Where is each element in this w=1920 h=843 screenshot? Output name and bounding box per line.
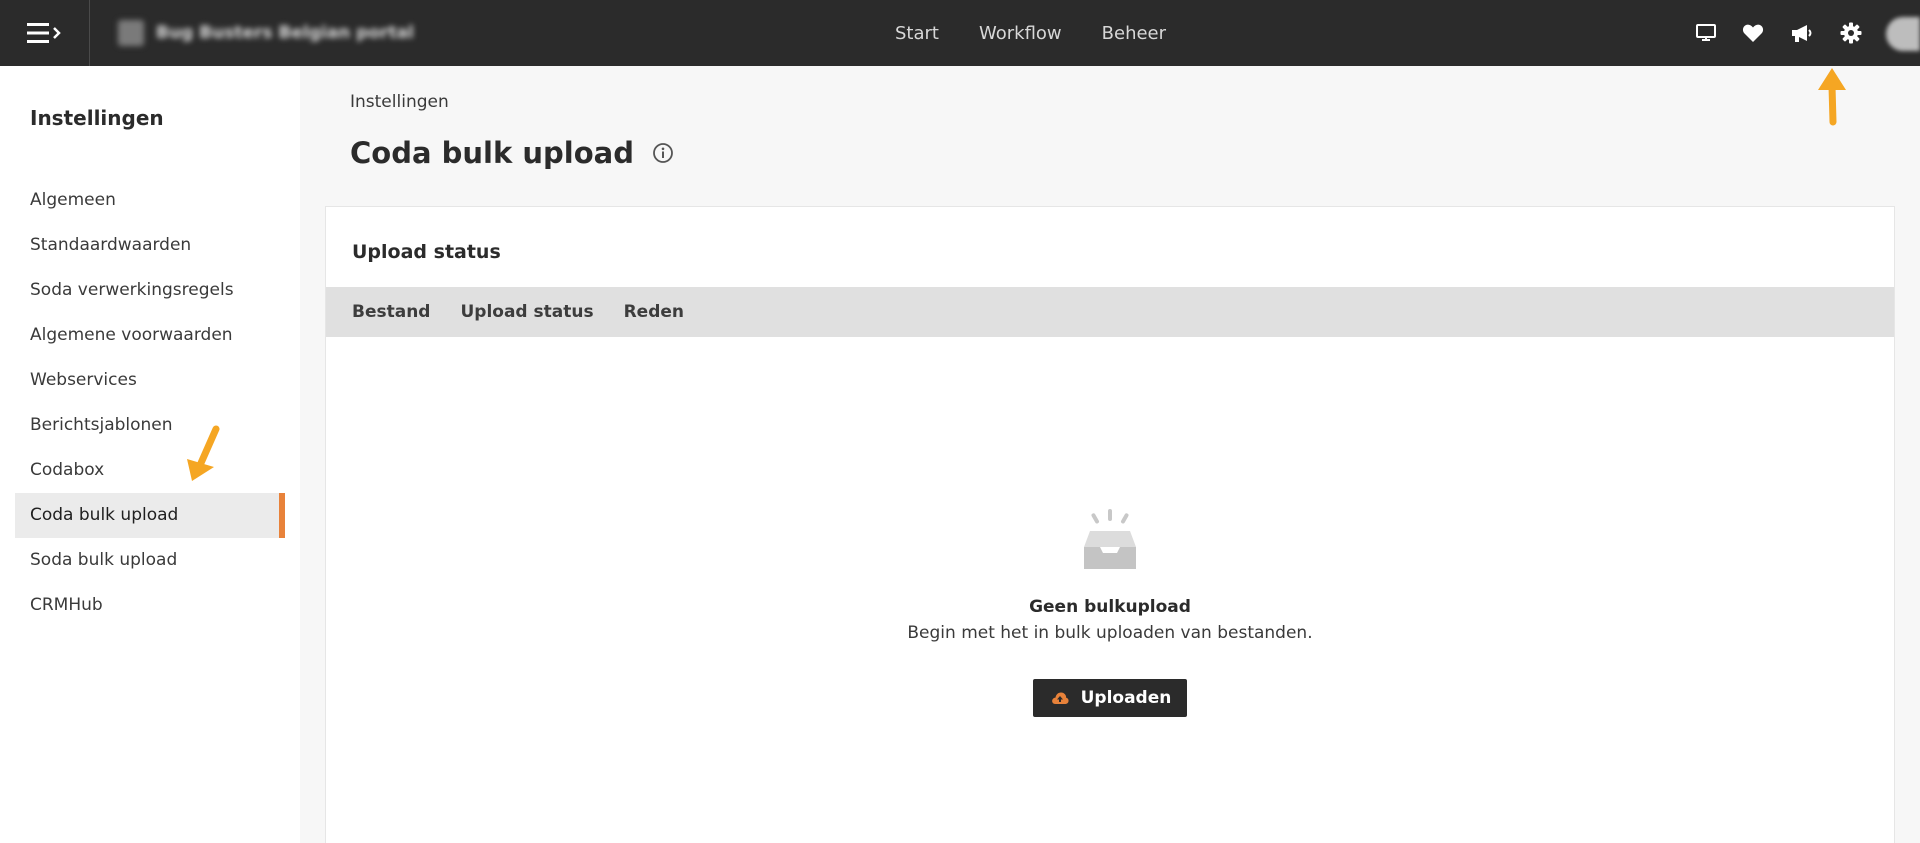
sidebar-item-crmhub[interactable]: CRMHub xyxy=(15,583,285,628)
column-header-upload-status: Upload status xyxy=(460,302,594,322)
info-icon[interactable] xyxy=(652,142,674,164)
hamburger-menu-icon xyxy=(26,23,61,43)
megaphone-icon[interactable] xyxy=(1790,23,1814,43)
nav-beheer[interactable]: Beheer xyxy=(1102,23,1166,44)
settings-sidebar: Instellingen Algemeen Standaardwaarden S… xyxy=(0,66,300,843)
sidebar-item-berichtsjablonen[interactable]: Berichtsjablonen xyxy=(15,403,285,448)
avatar[interactable] xyxy=(1886,17,1920,51)
sidebar-item-webservices[interactable]: Webservices xyxy=(15,358,285,403)
menu-toggle-button[interactable] xyxy=(0,0,90,66)
nav-workflow[interactable]: Workflow xyxy=(979,23,1062,44)
empty-state-title: Geen bulkupload xyxy=(1029,597,1191,617)
sidebar-item-algemene-voorwaarden[interactable]: Algemene voorwaarden xyxy=(15,313,285,358)
sidebar-item-soda-verwerkingsregels[interactable]: Soda verwerkingsregels xyxy=(15,268,285,313)
sidebar-menu: Algemeen Standaardwaarden Soda verwerkin… xyxy=(15,178,285,628)
sidebar-title: Instellingen xyxy=(30,106,164,130)
annotation-arrow-gear xyxy=(1818,68,1846,126)
upload-status-card: Upload status Bestand Upload status Rede… xyxy=(325,206,1895,843)
portal-logo xyxy=(118,20,144,46)
sidebar-item-standaardwaarden[interactable]: Standaardwaarden xyxy=(15,223,285,268)
breadcrumb[interactable]: Instellingen xyxy=(350,92,449,112)
monitor-icon[interactable] xyxy=(1696,24,1716,42)
cloud-upload-icon xyxy=(1051,692,1069,704)
page-header: Coda bulk upload xyxy=(350,136,674,170)
sidebar-item-algemeen[interactable]: Algemeen xyxy=(15,178,285,223)
card-title: Upload status xyxy=(352,241,501,263)
empty-state-text: Begin met het in bulk uploaden van besta… xyxy=(907,623,1313,643)
portal-name: Bug Busters Belgian portal xyxy=(156,23,414,43)
column-header-reden: Reden xyxy=(623,302,685,322)
sidebar-item-soda-bulk-upload[interactable]: Soda bulk upload xyxy=(15,538,285,583)
empty-inbox-icon xyxy=(1084,509,1136,569)
upload-button-label: Uploaden xyxy=(1080,688,1172,708)
top-nav: Start Workflow Beheer xyxy=(895,0,1166,66)
top-icons xyxy=(1696,0,1862,66)
portal-brand[interactable]: Bug Busters Belgian portal xyxy=(118,20,414,46)
table-header: Bestand Upload status Reden xyxy=(326,287,1894,337)
top-bar: Bug Busters Belgian portal Start Workflo… xyxy=(0,0,1920,66)
empty-state: Geen bulkupload Begin met het in bulk up… xyxy=(326,507,1894,717)
upload-button[interactable]: Uploaden xyxy=(1032,679,1188,717)
column-header-bestand: Bestand xyxy=(352,302,431,322)
gear-icon[interactable] xyxy=(1840,22,1862,44)
page-title: Coda bulk upload xyxy=(350,136,634,170)
sidebar-item-codabox[interactable]: Codabox xyxy=(15,448,285,493)
heart-icon[interactable] xyxy=(1742,23,1764,43)
sidebar-item-coda-bulk-upload[interactable]: Coda bulk upload xyxy=(15,493,285,538)
nav-start[interactable]: Start xyxy=(895,23,939,44)
